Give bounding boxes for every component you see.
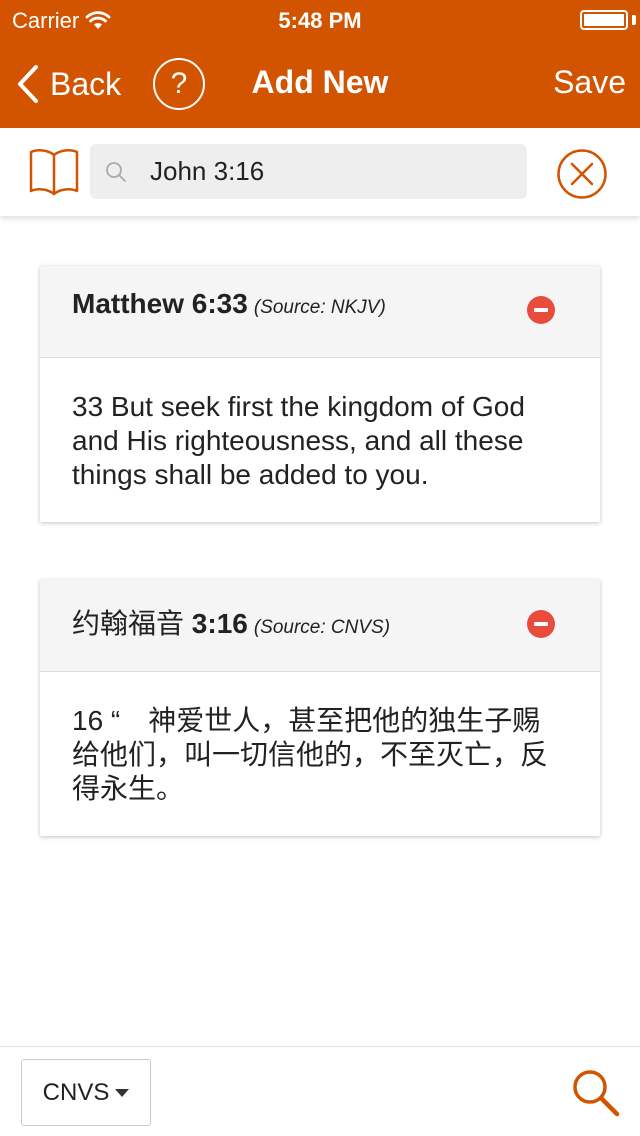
verse-book: 约翰福音	[72, 608, 185, 639]
top-bar: Carrier 5:48 PM Back ? Add New Save	[0, 0, 640, 128]
verse-reference: 3:16	[191, 608, 248, 639]
verse-reference-line: Matthew 6:33 (Source: NKJV)	[72, 288, 386, 320]
remove-icon[interactable]	[527, 610, 555, 638]
verse-text: 16 “ 神爱世人，甚至把他的独生子赐给他们，叫一切信他的，不至灭亡，反得永生。	[72, 705, 549, 804]
navigation-bar: Back ? Add New Save	[0, 40, 640, 128]
search-input[interactable]	[150, 156, 510, 187]
verse-card-header: 约翰福音 3:16 (Source: CNVS)	[40, 580, 600, 672]
magnifier-icon[interactable]	[570, 1067, 622, 1119]
clear-icon[interactable]	[556, 148, 608, 200]
search-icon	[106, 161, 126, 182]
caret-down-icon	[115, 1088, 130, 1097]
status-time: 5:48 PM	[278, 8, 362, 33]
verse-text: 33 But seek first the kingdom of God and…	[72, 391, 525, 490]
page-title: Add New	[251, 64, 389, 100]
save-button[interactable]: Save	[553, 64, 626, 101]
verse-card-header: Matthew 6:33 (Source: NKJV)	[40, 266, 600, 358]
verse-card: 约翰福音 3:16 (Source: CNVS) 16 “ 神爱世人，甚至把他的独…	[40, 580, 600, 836]
status-bar: Carrier 5:48 PM	[0, 0, 640, 40]
search-field[interactable]	[90, 144, 527, 199]
book-icon[interactable]	[28, 147, 80, 197]
verse-card: Matthew 6:33 (Source: NKJV) 33 But seek f…	[40, 266, 600, 522]
version-dropdown[interactable]: CNVS	[21, 1059, 151, 1126]
remove-icon[interactable]	[527, 296, 555, 324]
search-bar	[0, 128, 640, 216]
verse-list[interactable]: Matthew 6:33 (Source: NKJV) 33 But seek f…	[0, 216, 640, 1046]
bottom-toolbar: CNVS	[0, 1046, 640, 1136]
verse-reference: Matthew 6:33	[72, 288, 248, 319]
verse-source: (Source: CNVS)	[253, 617, 391, 638]
battery-tip	[632, 15, 636, 25]
battery-level	[584, 14, 624, 26]
verse-source: (Source: NKJV)	[253, 297, 386, 318]
version-label: CNVS	[42, 1078, 110, 1106]
battery-icon	[580, 10, 628, 30]
verse-reference-line: 约翰福音 3:16 (Source: CNVS)	[72, 602, 390, 642]
